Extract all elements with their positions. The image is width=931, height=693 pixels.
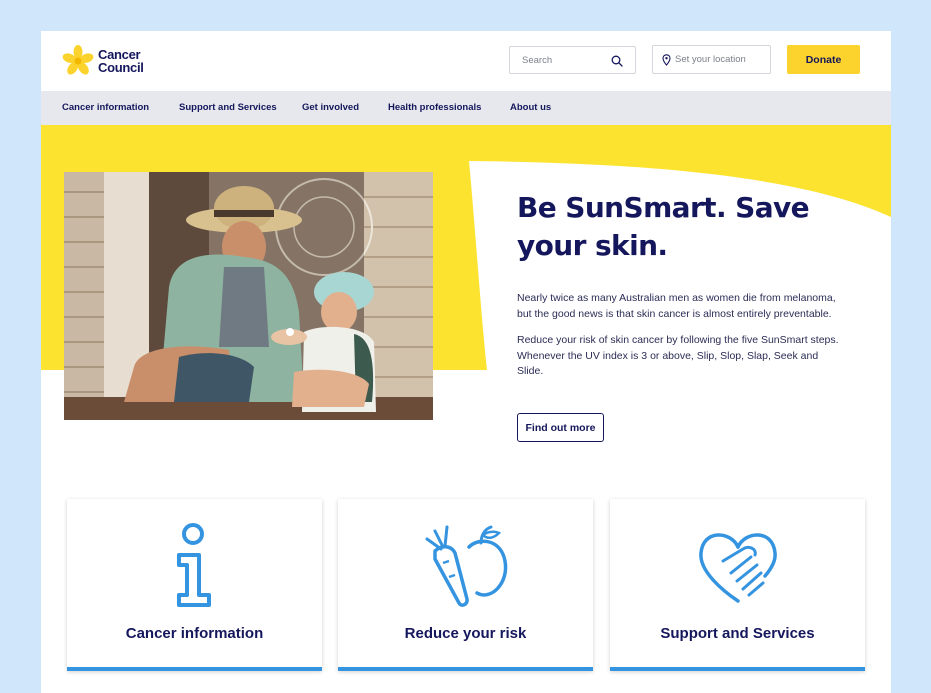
card-cancer-information[interactable]: Cancer information [67, 499, 322, 671]
location-input[interactable] [675, 47, 767, 72]
hero-photo-father-and-son [64, 172, 433, 420]
hero-banner: Be SunSmart. Save your skin. Nearly twic… [41, 125, 891, 470]
heart-handshake-icon [698, 533, 777, 603]
site-header: Cancer Council Donate [41, 31, 891, 91]
card-title: Support and Services [660, 625, 815, 642]
logo-line-2: Council [98, 60, 144, 75]
search-icon[interactable] [611, 55, 623, 67]
card-support-and-services[interactable]: Support and Services [610, 499, 865, 671]
page: Cancer Council Donate Cancer information… [41, 31, 891, 693]
nav-item-get-involved[interactable]: Get involved [302, 91, 359, 125]
card-icon-wrap [610, 521, 865, 609]
main-nav: Cancer information Support and Services … [41, 91, 891, 125]
nav-item-health-professionals[interactable]: Health professionals [388, 91, 481, 125]
card-icon-wrap [338, 521, 593, 609]
card-title: Reduce your risk [404, 625, 527, 642]
hero-title: Be SunSmart. Save your skin. [517, 191, 810, 262]
cancer-council-logo[interactable]: Cancer Council [61, 44, 144, 78]
card-icon-wrap [67, 521, 322, 609]
location-box [652, 45, 771, 74]
carrot-apple-icon [425, 525, 507, 607]
find-out-more-button[interactable]: Find out more [517, 413, 604, 442]
card-title: Cancer information [125, 625, 264, 642]
search-input[interactable] [510, 47, 605, 73]
info-icon [176, 523, 211, 607]
daffodil-icon [62, 45, 94, 75]
card-reduce-your-risk[interactable]: Reduce your risk [338, 499, 593, 671]
nav-item-about-us[interactable]: About us [510, 91, 551, 125]
location-pin-icon [662, 54, 671, 66]
search-box [509, 46, 636, 74]
nav-item-support-and-services[interactable]: Support and Services [179, 91, 277, 125]
donate-button[interactable]: Donate [787, 45, 860, 74]
hero-paragraph-1: Nearly twice as many Australian men as w… [517, 292, 836, 320]
logo-wordmark: Cancer Council [98, 48, 144, 74]
hero-paragraph-2: Reduce your risk of skin cancer by follo… [517, 334, 839, 377]
nav-item-cancer-information[interactable]: Cancer information [62, 91, 149, 125]
